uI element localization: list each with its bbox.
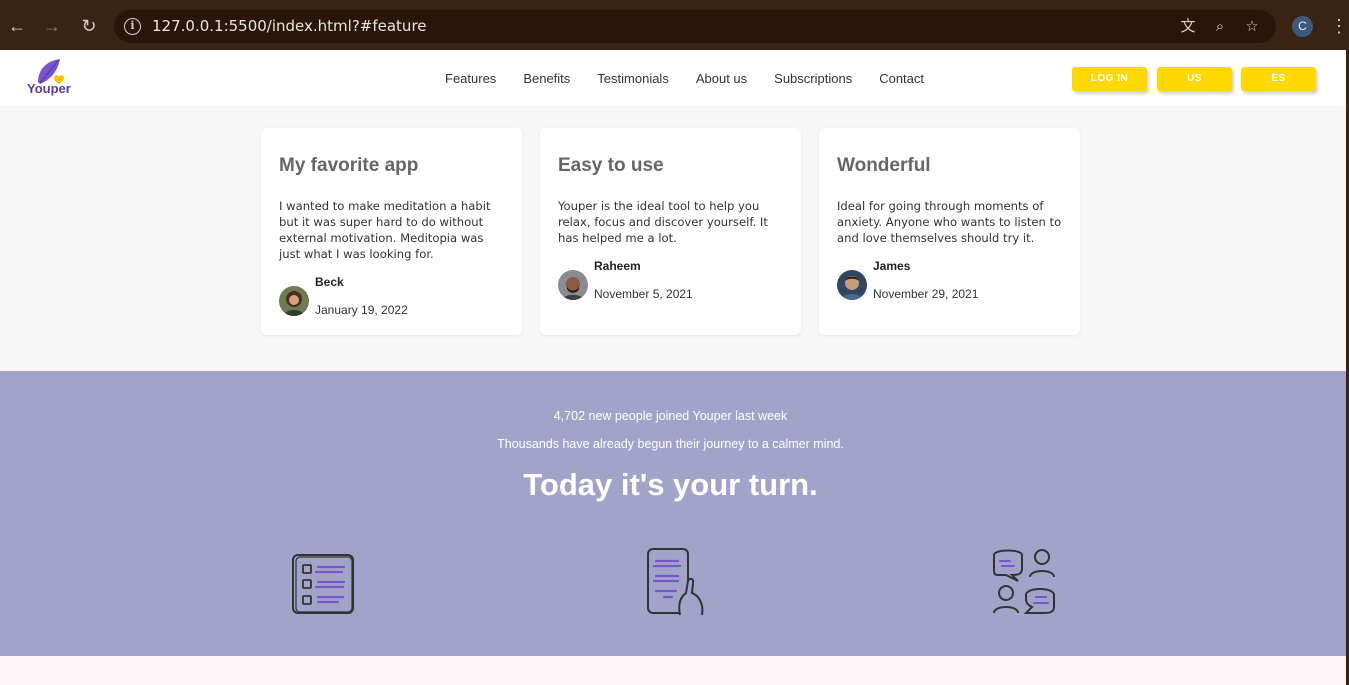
translate-icon[interactable]: 文 — [1178, 17, 1198, 37]
page-viewport: Youper Features Benefits Testimonials Ab… — [0, 50, 1346, 685]
cta-stat: 4,702 new people joined Youper last week — [553, 409, 788, 423]
browser-toolbar: ← → ↻ i 127.0.0.1:5500/index.html?#featu… — [0, 0, 1349, 50]
browser-menu-icon[interactable]: ⋮ — [1330, 14, 1348, 38]
testimonial-text: I wanted to make meditation a habit but … — [279, 199, 491, 261]
phone-list-icon — [647, 548, 704, 616]
language-es-button[interactable]: ES — [1241, 67, 1316, 91]
menu-contact[interactable]: Contact — [879, 71, 924, 87]
testimonial-card: My favorite app I wanted to make meditat… — [261, 128, 522, 335]
profile-avatar[interactable]: C — [1292, 16, 1313, 37]
conversation-icon — [993, 549, 1055, 614]
back-icon[interactable]: ← — [5, 14, 29, 38]
testimonial-card: Wonderful Ideal for going through moment… — [819, 128, 1080, 335]
testimonial-card: Easy to use Youper is the ideal tool to … — [540, 128, 801, 335]
cta-subtitle: Thousands have already begun their journ… — [497, 437, 844, 451]
testimonial-text: Ideal for going through moments of anxie… — [837, 199, 1062, 245]
avatar — [279, 286, 309, 316]
testimonial-title: My favorite app — [279, 155, 419, 176]
testimonial-title: Easy to use — [558, 155, 664, 176]
menu-subscriptions[interactable]: Subscriptions — [774, 71, 852, 87]
next-section-edge — [0, 656, 1346, 685]
logo-text: Youper — [27, 81, 71, 96]
testimonial-author: James — [873, 259, 911, 273]
menu-testimonials[interactable]: Testimonials — [597, 71, 669, 87]
menu-benefits[interactable]: Benefits — [523, 71, 570, 87]
testimonial-date: January 19, 2022 — [315, 303, 408, 317]
cta-section: 4,702 new people joined Youper last week… — [0, 371, 1346, 656]
menu-features[interactable]: Features — [445, 71, 496, 87]
address-bar[interactable]: i 127.0.0.1:5500/index.html?#feature 文 ⌕… — [114, 10, 1276, 43]
site-info-icon[interactable]: i — [124, 18, 141, 35]
bookmark-star-icon[interactable]: ☆ — [1242, 17, 1262, 37]
menu-about-us[interactable]: About us — [696, 71, 747, 87]
language-us-button[interactable]: US — [1157, 67, 1232, 91]
main-menu: Features Benefits Testimonials About us … — [445, 71, 951, 87]
zoom-icon[interactable]: ⌕ — [1210, 17, 1230, 37]
checklist-icon — [292, 554, 354, 614]
testimonial-author: Beck — [315, 275, 344, 289]
testimonial-date: November 5, 2021 — [594, 287, 693, 301]
testimonial-text: Youper is the ideal tool to help you rel… — [558, 199, 768, 245]
testimonial-title: Wonderful — [837, 155, 931, 176]
testimonial-date: November 29, 2021 — [873, 287, 979, 301]
cta-heading: Today it's your turn. — [523, 467, 818, 502]
login-button[interactable]: LOG IN — [1072, 67, 1147, 91]
avatar — [558, 270, 588, 300]
url-text[interactable]: 127.0.0.1:5500/index.html?#feature — [152, 18, 427, 35]
testimonial-author: Raheem — [594, 259, 641, 273]
avatar — [837, 270, 867, 300]
site-header: Youper Features Benefits Testimonials Ab… — [0, 50, 1346, 106]
reload-icon[interactable]: ↻ — [77, 14, 101, 38]
forward-icon[interactable]: → — [40, 14, 64, 38]
